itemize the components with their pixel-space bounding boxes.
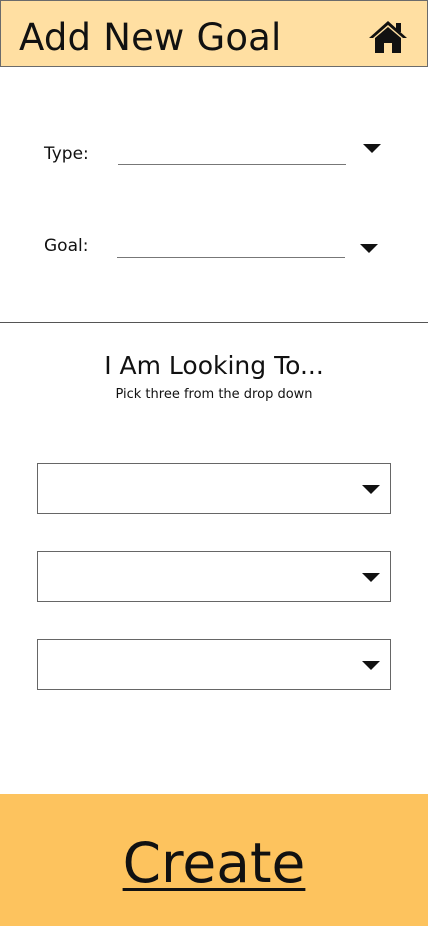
looking-to-select-1[interactable] (37, 463, 391, 514)
type-dropdown-chevron-icon[interactable] (363, 144, 381, 153)
section-divider (0, 322, 428, 323)
chevron-down-icon (362, 485, 380, 494)
looking-to-select-2[interactable] (37, 551, 391, 602)
section-subtitle: Pick three from the drop down (115, 387, 313, 402)
chevron-down-icon (362, 661, 380, 670)
create-label: Create (122, 831, 306, 895)
goal-field-row: Goal: (0, 236, 428, 276)
create-button[interactable]: Create (0, 794, 428, 926)
goal-input[interactable] (117, 257, 345, 258)
looking-to-select-3[interactable] (37, 639, 391, 690)
type-label: Type: (44, 144, 89, 164)
page-title: Add New Goal (19, 16, 282, 59)
type-field-row: Type: (0, 144, 428, 184)
section-title: I Am Looking To... (104, 351, 324, 380)
goal-label: Goal: (44, 236, 89, 256)
goal-dropdown-chevron-icon[interactable] (360, 244, 378, 253)
type-input[interactable] (118, 164, 346, 165)
chevron-down-icon (362, 573, 380, 582)
home-icon[interactable] (367, 19, 409, 55)
header-bar: Add New Goal (0, 0, 428, 67)
